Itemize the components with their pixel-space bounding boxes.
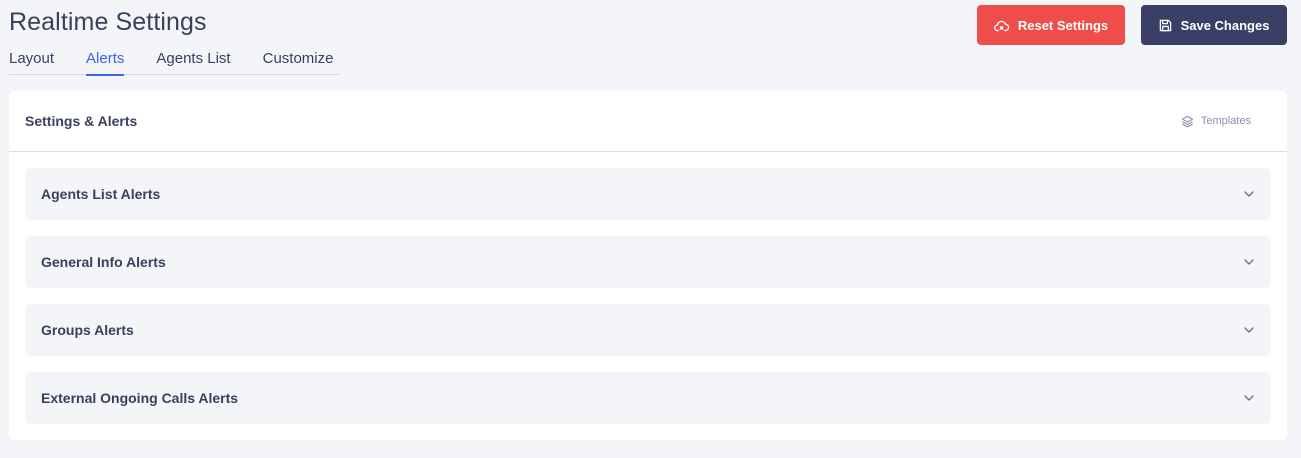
- accordion-label: General Info Alerts: [41, 254, 166, 270]
- tab-customize[interactable]: Customize: [263, 50, 334, 75]
- layers-icon: [1181, 115, 1194, 127]
- reset-settings-label: Reset Settings: [1017, 17, 1109, 33]
- chevron-down-icon: [1244, 395, 1254, 401]
- settings-alerts-card: Settings & Alerts Templates Agents List …: [9, 91, 1287, 440]
- accordion-label: External Ongoing Calls Alerts: [41, 390, 239, 406]
- tab-agents-list[interactable]: Agents List: [156, 50, 230, 75]
- templates-label: Templates: [1200, 115, 1251, 127]
- cloud-reset-icon: [993, 20, 1009, 31]
- save-changes-label: Save Changes: [1180, 17, 1270, 33]
- chevron-down-icon: [1244, 191, 1254, 197]
- accordion-general-info-alerts[interactable]: General Info Alerts: [25, 236, 1271, 288]
- floppy-disk-icon: [1159, 19, 1171, 31]
- tab-layout[interactable]: Layout: [9, 50, 54, 75]
- tab-alerts[interactable]: Alerts: [86, 50, 125, 76]
- save-changes-button[interactable]: Save Changes: [1141, 5, 1287, 45]
- accordion-label: Agents List Alerts: [41, 186, 161, 202]
- accordion-external-ongoing-calls-alerts[interactable]: External Ongoing Calls Alerts: [25, 372, 1271, 424]
- accordion-label: Groups Alerts: [41, 322, 134, 338]
- accordion-groups-alerts[interactable]: Groups Alerts: [25, 304, 1271, 356]
- tab-bar: Layout Alerts Agents List Customize: [9, 50, 339, 76]
- page-title: Realtime Settings: [9, 8, 207, 36]
- chevron-down-icon: [1244, 259, 1254, 265]
- accordion-agents-list-alerts[interactable]: Agents List Alerts: [25, 168, 1271, 220]
- reset-settings-button[interactable]: Reset Settings: [977, 5, 1125, 45]
- card-header: Settings & Alerts Templates: [9, 91, 1287, 152]
- chevron-down-icon: [1244, 327, 1254, 333]
- card-title: Settings & Alerts: [25, 113, 138, 129]
- templates-button[interactable]: Templates: [1181, 115, 1251, 128]
